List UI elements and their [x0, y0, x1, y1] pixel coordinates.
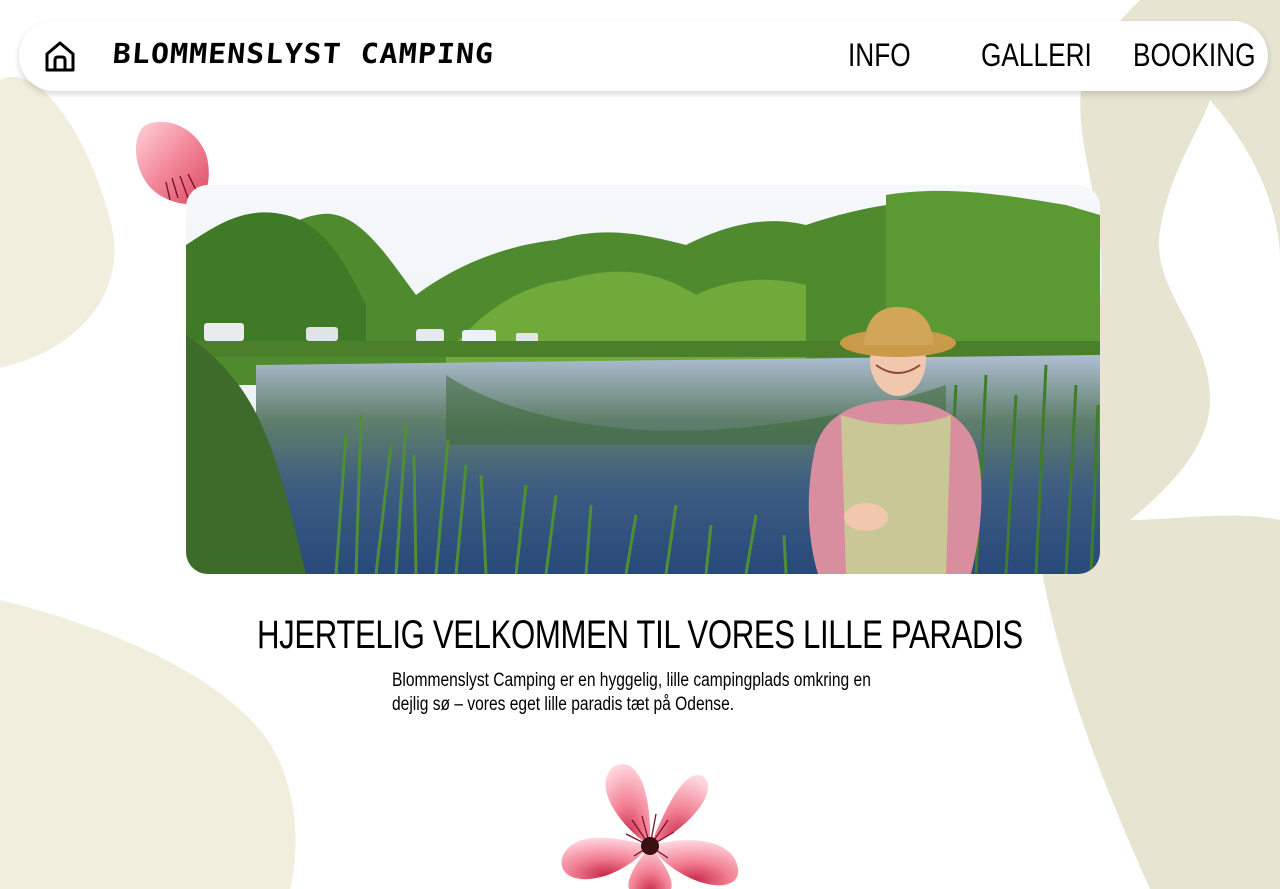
nav-link-booking[interactable]: BOOKING [1133, 35, 1255, 75]
intro-line-1: Blommenslyst Camping er en hyggelig, lil… [392, 670, 871, 691]
nav-link-galleri[interactable]: GALLERI [981, 35, 1092, 75]
intro-text: Blommenslyst Camping er en hyggelig, lil… [392, 669, 884, 717]
navbar: BLOMMENSLYST CAMPING INFO GALLERI BOOKIN… [19, 21, 1268, 91]
blob-left-top [0, 76, 115, 368]
intro-line-2: dejlig sø – vores eget lille paradis tæt… [392, 694, 735, 715]
welcome-heading: HJERTELIG VELKOMMEN TIL VORES LILLE PARA… [257, 613, 1023, 657]
nav-link-info[interactable]: INFO [848, 35, 911, 75]
flower-decoration [561, 764, 739, 889]
hero-image [186, 185, 1100, 574]
home-icon[interactable] [43, 39, 77, 73]
site-brand[interactable]: BLOMMENSLYST CAMPING [111, 38, 496, 71]
page: BLOMMENSLYST CAMPING INFO GALLERI BOOKIN… [0, 0, 1280, 889]
